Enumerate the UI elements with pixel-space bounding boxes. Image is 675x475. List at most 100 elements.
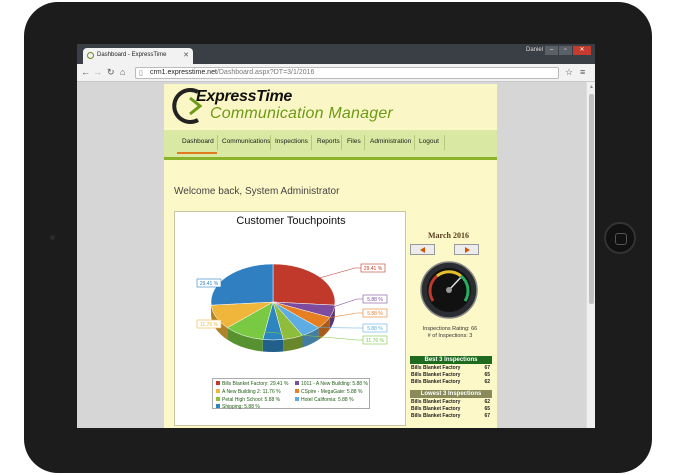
pie-slice[interactable] xyxy=(272,263,336,306)
app-header: ExpressTime Communication Manager xyxy=(164,84,497,128)
lowest-row[interactable]: Bills Blanket Factory 65 xyxy=(410,406,492,412)
menu-divider xyxy=(311,135,312,150)
tab-title: Dashboard - ExpressTime xyxy=(97,52,167,58)
inspection-name: Bills Blanket Factory xyxy=(411,372,461,378)
inspection-score: 65 xyxy=(484,406,490,412)
data-label: 29.41 % xyxy=(364,266,383,272)
scroll-up-icon[interactable]: ▲ xyxy=(589,84,594,90)
legend-swatch xyxy=(295,381,299,385)
legend-item[interactable]: Shipping: 5.88 % xyxy=(216,404,260,410)
minimize-button[interactable]: – xyxy=(545,46,558,55)
page-viewport: ▲ ExpressTime Communication Manager Dash… xyxy=(77,82,595,428)
inspection-name: Bills Blanket Factory xyxy=(411,406,461,412)
page-icon: ▯ xyxy=(139,70,143,77)
menu-divider xyxy=(270,135,271,150)
lowest-inspections-header: Lowest 3 Inspections xyxy=(410,390,492,398)
legend-item[interactable]: Bills Blanket Factory: 29.41 % xyxy=(216,381,288,387)
legend-item[interactable]: A New Building 2: 11.76 % xyxy=(216,389,281,395)
forward-icon[interactable]: → xyxy=(93,67,102,78)
tab-close-icon[interactable]: ✕ xyxy=(183,51,189,59)
inspection-score: 62 xyxy=(484,399,490,405)
app-page: ExpressTime Communication Manager Dashbo… xyxy=(164,84,497,428)
menu-inspections[interactable]: Inspections xyxy=(275,138,308,145)
legend-item[interactable]: Hotel California: 5.88 % xyxy=(295,397,354,403)
legend-label: Petal High School: 5.88 % xyxy=(222,397,281,403)
menu-divider xyxy=(414,135,415,150)
menu-divider xyxy=(341,135,342,150)
welcome-message: Welcome back, System Administrator xyxy=(174,186,340,197)
scrollbar-thumb[interactable] xyxy=(589,94,594,304)
lowest-row[interactable]: Bills Blanket Factory 67 xyxy=(410,413,492,419)
menu-communications[interactable]: Communications xyxy=(222,138,270,145)
inspections-rating: Inspections Rating: 66 xyxy=(422,326,478,332)
legend-swatch xyxy=(295,397,299,401)
menu-icon[interactable]: ≡ xyxy=(580,67,585,78)
legend-swatch xyxy=(216,404,220,408)
menu-divider xyxy=(364,135,365,150)
legend-swatch xyxy=(216,389,220,393)
prev-month-button[interactable] xyxy=(410,244,435,255)
screen: Dashboard - ExpressTime ✕ Daniel – ▫ ✕ ←… xyxy=(77,44,595,428)
menu-reports[interactable]: Reports xyxy=(317,138,340,145)
legend-item[interactable]: 1011 - A New Building: 5.88 % xyxy=(295,381,368,387)
logo-title: ExpressTime xyxy=(196,88,293,105)
menu-logout[interactable]: Logout xyxy=(419,138,439,145)
menu-files[interactable]: Files xyxy=(347,138,361,145)
best-row[interactable]: Bills Blanket Factory 65 xyxy=(410,372,492,378)
inspection-score: 67 xyxy=(484,365,490,371)
browser-tab[interactable]: Dashboard - ExpressTime ✕ xyxy=(83,48,193,64)
month-label: March 2016 xyxy=(428,231,469,240)
menu-divider xyxy=(444,135,445,150)
legend-item[interactable]: CSpire - MegaGate: 5.88 % xyxy=(295,389,362,395)
legend-swatch xyxy=(216,381,220,385)
data-label: 11.76 % xyxy=(366,338,385,344)
data-label: 29.41 % xyxy=(200,281,219,287)
rating-summary: Inspections Rating: 66 # of Inspections:… xyxy=(412,326,488,340)
reload-icon[interactable]: ↻ xyxy=(107,67,115,78)
camera-icon xyxy=(50,235,55,240)
address-bar[interactable]: ▯ crm1.expresstime.net/Dashboard.aspx?DT… xyxy=(135,67,559,79)
next-month-button[interactable] xyxy=(454,244,479,255)
chart-legend: Bills Blanket Factory: 29.41 % 1011 - A N… xyxy=(212,378,370,410)
rating-gauge xyxy=(420,261,478,319)
inspection-name: Bills Blanket Factory xyxy=(411,413,461,419)
legend-swatch xyxy=(295,389,299,393)
chart-title: Customer Touchpoints xyxy=(236,215,346,227)
profile-name[interactable]: Daniel xyxy=(526,47,543,53)
lowest-row[interactable]: Bills Blanket Factory 62 xyxy=(410,399,492,405)
inspection-score: 67 xyxy=(484,413,490,419)
url-path: /Dashboard.aspx?DT=3/1/2016 xyxy=(216,69,315,76)
callout-line xyxy=(311,267,361,281)
home-button[interactable] xyxy=(604,222,636,254)
favicon-icon xyxy=(87,52,94,59)
menu-administration[interactable]: Administration xyxy=(370,138,411,145)
data-label: 11.76 % xyxy=(200,322,219,328)
touchpoints-chart: 29.41 % 5.88 % 5.88 % 5.88 % 11.76 % 11.76 % 2… xyxy=(174,211,406,426)
legend-label: Bills Blanket Factory: 29.41 % xyxy=(222,381,289,387)
best-inspections-header: Best 3 Inspections xyxy=(410,356,492,364)
inspection-name: Bills Blanket Factory xyxy=(411,399,461,405)
url-host: crm1.expresstime.net xyxy=(150,69,217,76)
pie-slice-side xyxy=(262,339,284,352)
data-label: 5.88 % xyxy=(367,297,383,303)
legend-label: Hotel California: 5.88 % xyxy=(301,397,354,403)
main-menu: Dashboard Communications Inspections Rep… xyxy=(164,130,497,160)
back-icon[interactable]: ← xyxy=(81,67,90,78)
legend-label: CSpire - MegaGate: 5.88 % xyxy=(301,389,363,395)
data-label: 5.88 % xyxy=(367,326,383,332)
window-controls: – ▫ ✕ xyxy=(545,46,591,55)
menu-divider xyxy=(217,135,218,150)
legend-swatch xyxy=(216,397,220,401)
home-icon[interactable]: ⌂ xyxy=(120,67,125,78)
best-row[interactable]: Bills Blanket Factory 67 xyxy=(410,365,492,371)
menu-dashboard[interactable]: Dashboard xyxy=(182,138,214,145)
inspection-score: 65 xyxy=(484,372,490,378)
maximize-button[interactable]: ▫ xyxy=(559,46,572,55)
bookmark-star-icon[interactable]: ☆ xyxy=(565,67,573,78)
best-row[interactable]: Bills Blanket Factory 62 xyxy=(410,379,492,385)
data-label: 5.88 % xyxy=(367,311,383,317)
close-window-button[interactable]: ✕ xyxy=(573,46,591,55)
inspection-score: 62 xyxy=(484,379,490,385)
legend-item[interactable]: Petal High School: 5.88 % xyxy=(216,397,280,403)
scrollbar[interactable]: ▲ xyxy=(586,82,595,428)
